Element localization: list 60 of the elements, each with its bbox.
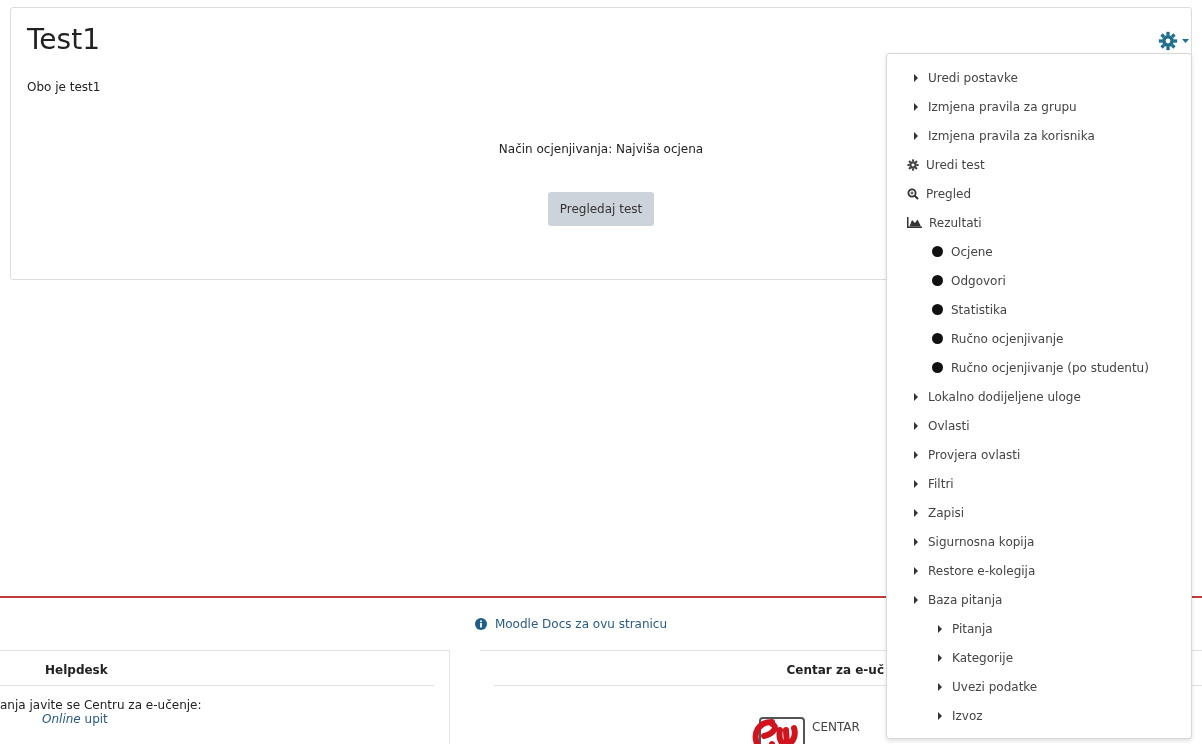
caret-right-icon xyxy=(914,131,918,140)
caret-icon xyxy=(1182,39,1189,43)
settings-menu-button[interactable] xyxy=(1158,31,1189,51)
activity-title: Test1 xyxy=(27,22,100,58)
menu-item[interactable]: Izmjena pravila za grupu xyxy=(914,92,1077,121)
bullet-icon xyxy=(932,246,943,257)
caret-right-icon xyxy=(914,73,918,82)
menu-item[interactable]: Restore e-kolegija xyxy=(914,556,1036,585)
menu-item[interactable]: Kategorije xyxy=(938,643,1014,672)
logo-text: CENTAR xyxy=(812,720,860,734)
caret-right-icon xyxy=(914,102,918,111)
caret-right-icon xyxy=(938,653,942,662)
caret-right-icon xyxy=(914,508,918,517)
helpdesk-heading: Helpdesk xyxy=(0,651,434,686)
online-inquiry-link[interactable]: Online upit xyxy=(42,712,108,726)
info-icon xyxy=(474,618,487,630)
caret-right-icon xyxy=(914,595,918,604)
menu-item[interactable]: Izvoz xyxy=(938,701,983,730)
menu-item[interactable]: Ovlasti xyxy=(914,411,970,440)
menu-item[interactable]: Uredi postavke xyxy=(914,63,1018,92)
bullet-icon xyxy=(932,275,943,286)
menu-item[interactable]: Izmjena pravila za korisnika xyxy=(914,121,1095,150)
caret-right-icon xyxy=(938,711,942,720)
menu-item[interactable]: Pitanja xyxy=(938,614,993,643)
caret-right-icon xyxy=(938,624,942,633)
settings-icon xyxy=(1158,31,1178,51)
menu-item[interactable]: Ručno ocjenjivanje xyxy=(932,324,1064,353)
menu-item[interactable]: Rezultati xyxy=(907,208,982,237)
menu-item[interactable]: Pregled xyxy=(907,179,972,208)
menu-item[interactable]: Sigurnosna kopija xyxy=(914,527,1035,556)
bullet-icon xyxy=(932,333,943,344)
menu-item[interactable]: Baza pitanja xyxy=(914,585,1003,614)
menu-item[interactable]: Provjera ovlasti xyxy=(914,440,1021,469)
activity-description: Obo je test1 xyxy=(27,80,101,94)
caret-right-icon xyxy=(938,682,942,691)
settings-icon xyxy=(907,158,919,171)
menu-item[interactable]: Ručno ocjenjivanje (po studentu) xyxy=(932,353,1149,382)
helpdesk-text: anja javite se Centru za e-učenje: xyxy=(0,698,203,712)
bullet-icon xyxy=(932,304,943,315)
menu-item[interactable]: Ocjene xyxy=(932,237,993,266)
grading-method-text: Način ocjenjivanja: Najviša ocjena xyxy=(498,142,704,156)
caret-right-icon xyxy=(914,421,918,430)
docs-link[interactable]: Moodle Docs za ovu stranicu xyxy=(474,616,668,632)
menu-item[interactable]: Zapisi xyxy=(914,498,965,527)
menu-item[interactable]: Statistika xyxy=(932,295,1008,324)
menu-item[interactable]: Lokalno dodijeljene uloge xyxy=(914,382,1081,411)
caret-right-icon xyxy=(914,392,918,401)
menu-item[interactable]: Filtri xyxy=(914,469,954,498)
menu-item[interactable]: Uredi test xyxy=(907,150,985,179)
bullet-icon xyxy=(932,362,943,373)
area-chart-icon xyxy=(907,217,922,228)
caret-right-icon xyxy=(914,479,918,488)
caret-right-icon xyxy=(914,450,918,459)
preview-quiz-button[interactable]: Pregledaj test xyxy=(547,192,655,226)
zoom-icon xyxy=(907,187,919,200)
logo-mark-icon xyxy=(750,716,806,744)
caret-right-icon xyxy=(914,566,918,575)
caret-right-icon xyxy=(914,537,918,546)
menu-item[interactable]: Uvezi podatke xyxy=(938,672,1038,701)
menu-item[interactable]: Odgovori xyxy=(932,266,1006,295)
